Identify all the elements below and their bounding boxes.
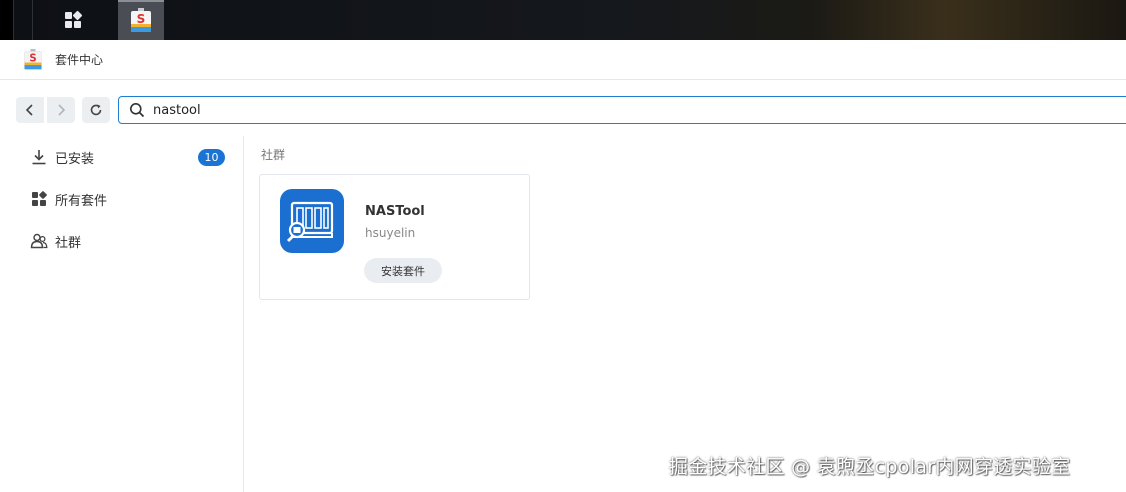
refresh-button[interactable] [82, 97, 110, 123]
taskbar-edge [0, 0, 14, 40]
sidebar-item-all-packages[interactable]: 所有套件 [0, 179, 243, 219]
svg-text:S: S [29, 53, 36, 64]
search-bar[interactable] [118, 96, 1126, 124]
window-title: 套件中心 [55, 53, 104, 67]
package-author: hsuyelin [365, 226, 416, 240]
chevron-left-icon [25, 104, 33, 116]
taskbar-package-center-button[interactable]: S [118, 0, 164, 40]
sidebar-item-community[interactable]: 社群 [0, 221, 243, 261]
main-menu-button[interactable] [50, 0, 96, 40]
sidebar: 已安装 10 所有套件 社群 [0, 136, 244, 492]
package-name: NASTool [365, 204, 425, 219]
forward-button[interactable] [47, 97, 75, 123]
sidebar-item-label: 所有套件 [55, 193, 108, 209]
package-card-nastool[interactable]: NASTool hsuyelin 安装套件 [259, 174, 530, 300]
download-icon [30, 148, 48, 166]
taskbar-divider [32, 0, 33, 40]
grid-menu-icon [65, 10, 83, 28]
watermark: 掘金技术社区 @ 袁煦丞cpolar内网穿透实验室 [669, 456, 1071, 478]
search-icon [130, 103, 145, 118]
nas-tool-app-icon [280, 189, 344, 253]
package-list-area: 社群 NASTool hsuyelin 安装套件 [244, 136, 1126, 492]
svg-text:S: S [137, 12, 146, 26]
refresh-icon [90, 104, 102, 116]
sidebar-item-label: 已安装 [55, 151, 95, 167]
search-input[interactable] [153, 102, 1053, 118]
community-icon [30, 232, 48, 250]
package-center-icon: S [24, 48, 42, 70]
chevron-right-icon [58, 104, 66, 116]
sidebar-item-installed[interactable]: 已安装 10 [0, 137, 243, 177]
installed-count-badge: 10 [198, 148, 225, 166]
grid-icon [30, 190, 48, 208]
back-button[interactable] [16, 97, 44, 123]
package-center-icon: S [131, 8, 151, 32]
window-titlebar: S 套件中心 [0, 40, 1126, 80]
install-package-button[interactable]: 安装套件 [364, 258, 442, 283]
taskbar: S [0, 0, 1126, 40]
sidebar-item-label: 社群 [55, 235, 82, 251]
section-label-community: 社群 [261, 148, 286, 162]
